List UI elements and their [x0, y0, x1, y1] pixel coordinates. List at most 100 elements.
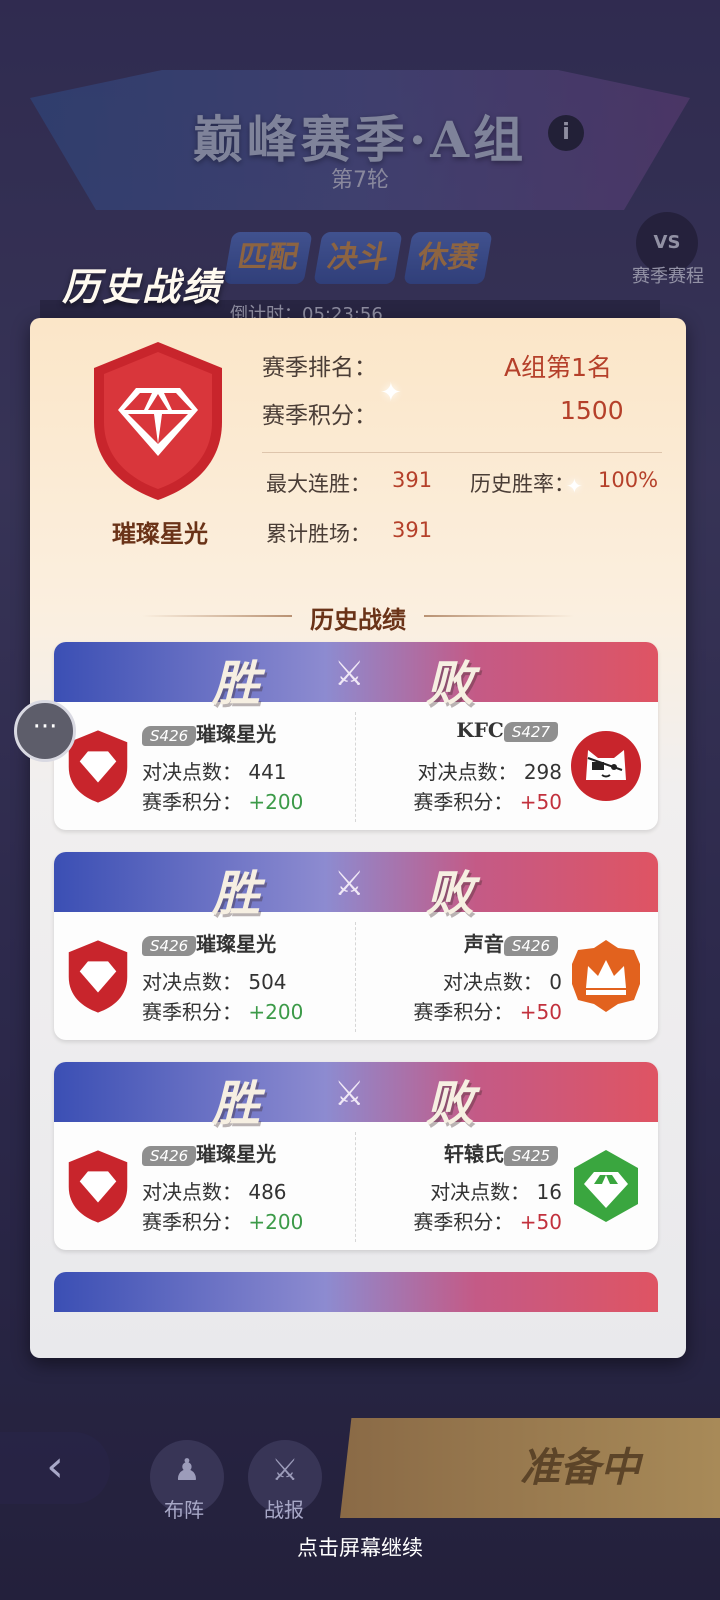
opponent-name: KFC — [456, 718, 504, 742]
left-score-row: 对决点数： 504 — [142, 966, 287, 995]
points-label: 赛季积分： — [413, 1000, 514, 1024]
server-tag: S427 — [503, 722, 558, 742]
points-value: +200 — [248, 790, 304, 814]
crossed-swords-icon: ⚔ — [334, 864, 365, 904]
player-badge-name: 璀璨星光 — [112, 519, 208, 548]
crossed-swords-icon: ⚔ — [334, 654, 365, 694]
left-player: S426 璀璨星光 — [142, 1138, 276, 1167]
score-label: 对决点数： — [430, 1180, 531, 1204]
score-value: 16 — [536, 1180, 562, 1204]
match-result-header — [54, 1272, 658, 1312]
opponent-name: 轩辕氏 — [443, 1142, 504, 1166]
score-value: 0 — [549, 970, 562, 994]
match-card: 胜 ⚔ 败 S426 璀璨星光 对决点数： 486 赛季积分： +200 轩辕氏 S… — [54, 1062, 658, 1250]
score-label: 对决点数： — [442, 970, 543, 994]
win-rate-label: 历史胜率： — [470, 472, 575, 496]
score-label: 对决点数： — [142, 970, 242, 994]
win-label: 胜 — [212, 1076, 261, 1132]
right-player: KFC S427 — [456, 718, 558, 742]
stats-divider — [262, 452, 662, 453]
right-player: 声音 S426 — [464, 928, 558, 957]
server-tag: S425 — [503, 1146, 558, 1166]
left-score-row: 对决点数： 441 — [142, 756, 287, 785]
right-score-row: 对决点数： 16 — [430, 1176, 562, 1205]
score-value: 298 — [523, 760, 562, 784]
opponent-name: 声音 — [463, 932, 504, 956]
points-label: 赛季积分： — [142, 1210, 242, 1234]
crown-avatar-icon[interactable] — [568, 938, 644, 1014]
player-name: 璀璨星光 — [196, 932, 277, 956]
points-value: +200 — [248, 1000, 304, 1024]
right-points-row: 赛季积分： +50 — [413, 786, 562, 815]
server-tag: S426 — [503, 936, 558, 956]
score-value: 441 — [248, 760, 287, 784]
left-player: S426 璀璨星光 — [142, 928, 276, 957]
season-rank-label: 赛季排名： — [262, 355, 377, 381]
win-label: 胜 — [212, 866, 261, 922]
ready-button[interactable]: 准备中 — [340, 1418, 720, 1518]
chat-bubble-icon[interactable]: ··· — [14, 700, 76, 762]
season-points-label: 赛季积分： — [262, 403, 377, 429]
win-rate-value: 100% — [598, 468, 659, 492]
player-shield-icon — [68, 730, 128, 803]
tap-to-continue-hint[interactable]: 点击屏幕继续 — [0, 1532, 720, 1562]
report-label[interactable]: 战报 — [264, 1494, 304, 1523]
lose-label: 败 — [426, 656, 475, 712]
right-player: 轩辕氏 S425 — [444, 1138, 558, 1167]
server-tag: S426 — [142, 1146, 197, 1166]
points-label: 赛季积分： — [142, 1000, 242, 1024]
lose-label: 败 — [426, 866, 475, 922]
left-player: S426 璀璨星光 — [142, 718, 276, 747]
crossed-swords-icon: ⚔ — [334, 1074, 365, 1114]
match-divider — [355, 922, 356, 1032]
match-divider — [355, 712, 356, 822]
max-streak-label: 最大连胜： — [266, 472, 371, 496]
points-value: +200 — [248, 1210, 304, 1234]
sparkle-icon: ✦ — [566, 474, 583, 498]
points-label: 赛季积分： — [413, 790, 514, 814]
win-label: 胜 — [212, 656, 261, 712]
right-score-row: 对决点数： 0 — [443, 966, 562, 995]
match-card-partial — [54, 1272, 658, 1312]
panel-title: 历史战绩 — [62, 264, 223, 309]
max-streak-value: 391 — [392, 468, 433, 492]
left-points-row: 赛季积分： +200 — [142, 996, 303, 1025]
section-line-right — [424, 615, 574, 617]
points-label: 赛季积分： — [142, 790, 242, 814]
points-value: +50 — [519, 790, 562, 814]
score-label: 对决点数： — [142, 760, 242, 784]
left-points-row: 赛季积分： +200 — [142, 786, 303, 815]
history-panel: 璀璨星光 赛季排名： A组第1名 赛季积分： 1500 最大连胜： 391 历史… — [30, 318, 686, 1358]
score-value: 504 — [248, 970, 287, 994]
left-score-row: 对决点数： 486 — [142, 1176, 287, 1205]
score-value: 486 — [248, 1180, 287, 1204]
total-wins-label: 累计胜场： — [266, 522, 371, 546]
player-name: 璀璨星光 — [196, 722, 277, 746]
server-tag: S426 — [142, 726, 197, 746]
right-points-row: 赛季积分： +50 — [413, 996, 562, 1025]
history-section-title: 历史战绩 — [310, 605, 406, 634]
player-shield-icon — [68, 1150, 128, 1223]
score-label: 对决点数： — [142, 1180, 242, 1204]
match-divider — [355, 1132, 356, 1242]
match-card: 胜 ⚔ 败 S426 璀璨星光 对决点数： 441 赛季积分： +200 KFC S… — [54, 642, 658, 830]
match-card: 胜 ⚔ 败 S426 璀璨星光 对决点数： 504 赛季积分： +200 声音 S4… — [54, 852, 658, 1040]
left-points-row: 赛季积分： +200 — [142, 1206, 303, 1235]
sparkle-icon: ✦ — [380, 378, 402, 408]
points-label: 赛季积分： — [413, 1210, 514, 1234]
player-shield-badge — [94, 342, 222, 500]
score-label: 对决点数： — [417, 760, 518, 784]
back-arrow-icon[interactable]: ‹ — [0, 1432, 110, 1504]
formation-label[interactable]: 布阵 — [164, 1494, 204, 1523]
season-points-value: 1500 — [560, 396, 624, 425]
points-value: +50 — [519, 1000, 562, 1024]
right-score-row: 对决点数： 298 — [417, 756, 562, 785]
points-value: +50 — [519, 1210, 562, 1234]
green-diamond-avatar-icon[interactable] — [570, 1148, 642, 1224]
player-shield-icon — [68, 940, 128, 1013]
total-wins-value: 391 — [392, 518, 433, 542]
lose-label: 败 — [426, 1076, 475, 1132]
pirate-cat-avatar-icon[interactable] — [570, 730, 642, 802]
server-tag: S426 — [142, 936, 197, 956]
right-points-row: 赛季积分： +50 — [413, 1206, 562, 1235]
